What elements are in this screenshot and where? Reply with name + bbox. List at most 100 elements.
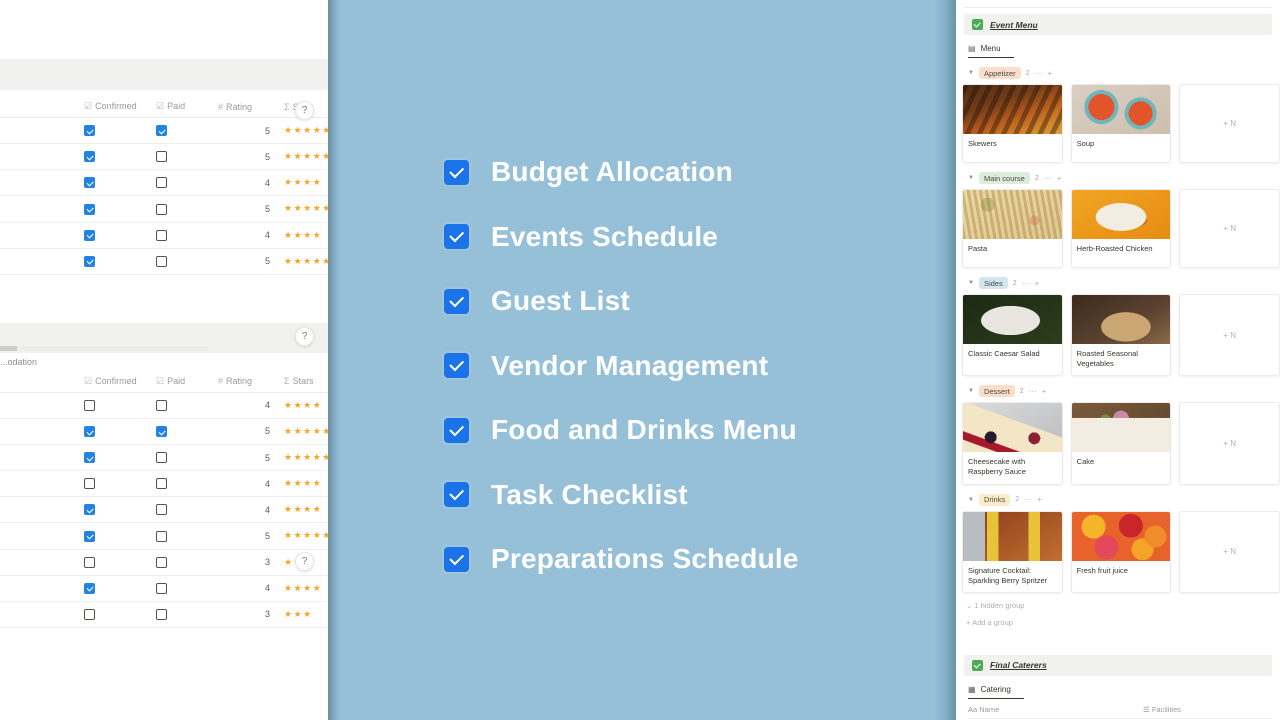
checkbox-icon[interactable] <box>156 399 167 411</box>
checkbox-icon[interactable] <box>156 151 167 163</box>
table-row[interactable]: 00 per night 5 ★★★★★ <box>0 248 328 275</box>
cell-paid[interactable] <box>152 117 214 145</box>
help-button[interactable]: ? <box>295 101 314 120</box>
checkbox-icon[interactable] <box>84 478 95 490</box>
checkbox-icon[interactable] <box>84 452 95 464</box>
checkbox-icon[interactable] <box>156 530 167 542</box>
checkbox-icon[interactable] <box>156 177 167 189</box>
more-options-icon[interactable]: ··· <box>1044 174 1052 183</box>
more-options-icon[interactable]: ··· <box>1035 69 1043 78</box>
toggle-block-final-caterers[interactable]: Final Caterers <box>964 654 1272 676</box>
group-header[interactable]: ▼ Appetizer 2 ··· + <box>968 67 1280 79</box>
checkbox-icon[interactable] <box>156 255 167 267</box>
cell-paid[interactable] <box>152 601 214 628</box>
help-button[interactable]: ? <box>295 552 314 571</box>
checkbox-icon[interactable] <box>84 125 95 137</box>
tab-menu[interactable]: ▤ Menu <box>968 44 1014 58</box>
help-button[interactable]: ? <box>295 327 314 346</box>
checkbox-icon[interactable] <box>444 546 469 572</box>
checkbox-icon[interactable] <box>84 399 95 411</box>
column-header-cost[interactable]: Cost <box>0 96 80 118</box>
checklist-item[interactable]: Budget Allocation <box>444 140 944 205</box>
checkbox-icon[interactable] <box>156 229 167 241</box>
checklist-item[interactable]: Food and Drinks Menu <box>444 398 944 463</box>
cell-confirmed[interactable] <box>80 418 152 446</box>
cell-paid[interactable] <box>152 169 214 197</box>
checkbox-icon[interactable] <box>156 203 167 215</box>
cell-confirmed[interactable] <box>80 470 152 498</box>
new-card-button[interactable]: + N <box>1179 510 1280 593</box>
table-row[interactable]: 0 per person 5 ★★★★★ <box>0 522 328 550</box>
checkbox-icon[interactable] <box>156 608 167 620</box>
new-card-button[interactable]: + N <box>1179 402 1280 485</box>
table-row[interactable]: 0 per day 4 ★★★★ <box>0 222 328 249</box>
checkbox-icon[interactable] <box>84 556 95 568</box>
tab-catering[interactable]: ▦ Catering <box>968 685 1024 699</box>
toggle-block-event-menu[interactable]: Event Menu <box>964 14 1272 35</box>
checkbox-icon[interactable] <box>84 504 95 516</box>
checklist-item[interactable]: Preparations Schedule <box>444 527 944 592</box>
hidden-group-toggle[interactable]: ⌄ 1 hidden group <box>966 601 1280 610</box>
cell-paid[interactable] <box>152 496 214 524</box>
table-row[interactable]: 0 per day 4 ★★★★ <box>0 575 328 602</box>
table-row[interactable]: 200 5 ★★★★★ <box>0 143 328 171</box>
checkbox-icon[interactable] <box>156 478 167 490</box>
triangle-down-icon[interactable]: ▼ <box>968 280 974 286</box>
cell-confirmed[interactable] <box>80 169 152 197</box>
cell-paid[interactable] <box>152 222 214 249</box>
table-row[interactable]: 00 4 ★★★★ <box>0 392 328 419</box>
checkbox-icon[interactable] <box>156 556 167 568</box>
cell-confirmed[interactable] <box>80 117 152 145</box>
gallery-card[interactable]: Cheesecake with Raspberry Sauce <box>962 402 1063 485</box>
column-header-rating[interactable]: # Rating <box>214 96 280 118</box>
gallery-card[interactable]: Cake <box>1070 402 1172 485</box>
checklist-item[interactable]: Events Schedule <box>444 205 944 270</box>
plus-icon[interactable]: + <box>1048 69 1053 78</box>
cell-confirmed[interactable] <box>80 496 152 524</box>
checkbox-icon[interactable] <box>156 452 167 464</box>
gallery-card[interactable]: Soup <box>1070 84 1172 163</box>
gallery-card[interactable]: Herb-Roasted Chicken <box>1070 189 1172 268</box>
cell-confirmed[interactable] <box>80 248 152 275</box>
checkbox-icon[interactable] <box>444 159 469 185</box>
group-header[interactable]: ▼ Drinks 2 ··· + <box>968 493 1280 506</box>
more-options-icon[interactable]: ··· <box>1029 387 1037 396</box>
cell-confirmed[interactable] <box>80 222 152 249</box>
add-group-button[interactable]: + Add a group <box>966 618 1280 627</box>
column-header-name[interactable]: Aa Name <box>968 705 1143 714</box>
checkbox-icon[interactable] <box>84 530 95 542</box>
column-header-paid[interactable]: ☑ Paid <box>152 96 214 118</box>
cell-paid[interactable] <box>152 392 214 419</box>
checkbox-icon[interactable] <box>444 353 469 379</box>
checkbox-icon[interactable] <box>156 582 167 594</box>
group-header[interactable]: ▼ Sides 2 ··· + <box>968 277 1280 289</box>
plus-icon[interactable]: + <box>1057 174 1062 183</box>
new-card-button[interactable]: + N <box>1179 294 1280 377</box>
cell-confirmed[interactable] <box>80 549 152 576</box>
cell-confirmed[interactable] <box>80 195 152 223</box>
cell-paid[interactable] <box>152 549 214 576</box>
checkbox-icon[interactable] <box>84 426 95 437</box>
more-options-icon[interactable]: ··· <box>1024 495 1032 504</box>
checkbox-icon[interactable] <box>444 482 469 508</box>
cell-paid[interactable] <box>152 418 214 446</box>
checkbox-icon[interactable] <box>444 417 469 443</box>
checkbox-icon[interactable] <box>84 177 95 189</box>
table-row[interactable]: 00 5 ★★★★★ <box>0 418 328 446</box>
cell-confirmed[interactable] <box>80 143 152 171</box>
column-header-confirmed[interactable]: ☑ Confirmed <box>80 370 152 393</box>
checkbox-icon[interactable] <box>84 203 95 215</box>
checkbox-icon[interactable] <box>84 608 95 620</box>
checkbox-icon[interactable] <box>84 151 95 163</box>
gallery-card[interactable]: Pasta <box>962 189 1063 268</box>
gallery-card[interactable]: Signature Cocktail: Sparkling Berry Spri… <box>962 510 1063 593</box>
cell-confirmed[interactable] <box>80 522 152 550</box>
new-card-button[interactable]: + N <box>1179 189 1280 268</box>
table-row[interactable]: 0 per person 4 ★★★★ <box>0 169 328 197</box>
cell-confirmed[interactable] <box>80 575 152 602</box>
column-header-paid[interactable]: ☑ Paid <box>152 370 214 393</box>
table-row[interactable]: 0 per person 4 ★★★★ <box>0 496 328 524</box>
plus-icon[interactable]: + <box>1035 279 1040 288</box>
cell-paid[interactable] <box>152 444 214 472</box>
triangle-down-icon[interactable]: ▼ <box>968 70 974 76</box>
